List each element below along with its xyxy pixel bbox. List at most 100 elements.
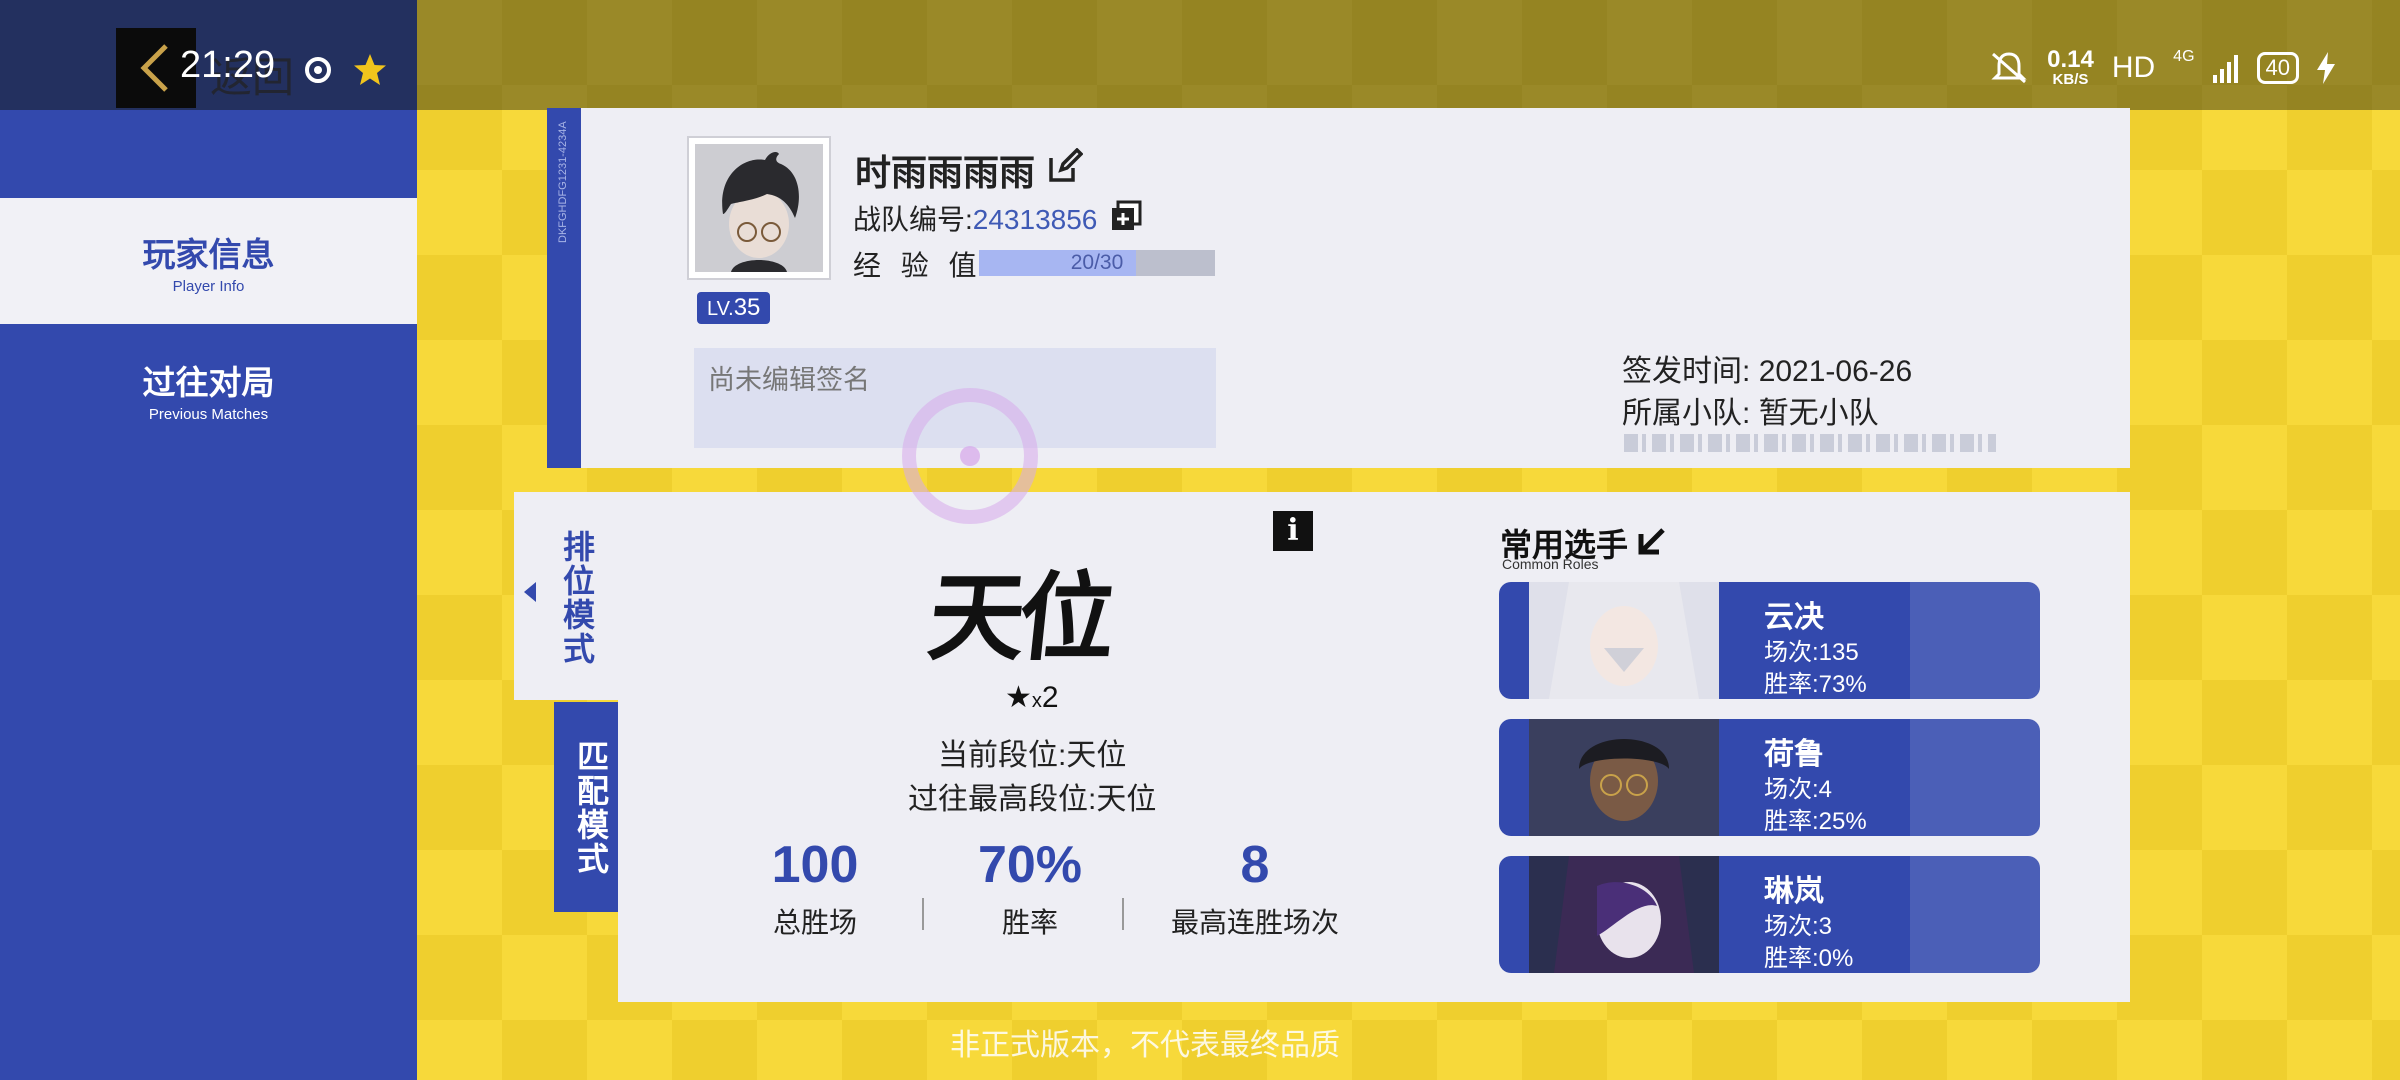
star-badge-icon: [354, 54, 386, 85]
sidebar-item-label: 过往对局: [142, 364, 275, 401]
squad-label: 所属小队:: [1622, 397, 1751, 430]
player-name: 时雨雨雨雨: [855, 152, 1036, 193]
matches-label: 场次:: [1764, 913, 1819, 940]
winrate-label: 胜率:: [1764, 808, 1819, 835]
winrate-label: 胜率:: [1764, 671, 1819, 698]
mute-bell-icon: [1991, 51, 2027, 83]
barcode-decoration: [1624, 434, 1996, 452]
info-icon[interactable]: i: [1273, 511, 1313, 551]
stat-max-streak: 8 最高连胜场次: [1150, 835, 1360, 941]
role-winrate: 胜率:73%: [1764, 664, 1867, 699]
stat-value: 100: [771, 836, 859, 894]
matches-label: 场次:: [1764, 776, 1819, 803]
chevron-left-icon: [140, 44, 168, 92]
highest-rank-value: 天位: [1096, 783, 1157, 816]
squad-value: 暂无小队: [1758, 397, 1879, 430]
current-rank-value: 天位: [1066, 739, 1127, 772]
signal-type: 4G: [2173, 48, 2195, 65]
avatar-portrait: [722, 152, 799, 272]
matches-label: 场次:: [1764, 639, 1819, 666]
stat-value: 8: [1240, 836, 1270, 894]
stat-label: 胜率: [1001, 907, 1058, 938]
profile-card-strip: DKFGHDFG1231-4234A: [547, 108, 581, 468]
role-card[interactable]: 荷鲁 场次:4 胜率:25%: [1499, 719, 2040, 836]
issued-value: 2021-06-26: [1758, 355, 1913, 388]
sidebar-item-previous-matches[interactable]: 过往对局 Previous Matches: [0, 326, 417, 452]
tab-ranked-mode[interactable]: 排位模式: [514, 492, 618, 700]
winrate-value: 0%: [1818, 945, 1854, 972]
role-matches: 场次:3: [1764, 906, 1832, 941]
level-prefix: LV.: [707, 298, 734, 320]
sidebar-item-label: 玩家信息: [142, 236, 275, 273]
rank-logo: 天位: [923, 561, 1116, 674]
role-emblem: [1910, 719, 2040, 836]
team-id-value: 24313856: [972, 204, 1098, 235]
status-icons: 0.14 KB/S HD 4G 40: [1989, 48, 2335, 87]
role-portrait: [1529, 582, 1719, 699]
stat-win-rate: 70% 胜率: [955, 835, 1105, 941]
star-icon: ★: [1005, 681, 1032, 714]
stat-value: 70%: [977, 836, 1083, 894]
matches-value: 4: [1818, 776, 1833, 803]
matches-value: 135: [1818, 639, 1859, 666]
highest-rank-label: 过往最高段位:: [908, 783, 1097, 816]
sidebar-item-sublabel: Previous Matches: [148, 406, 269, 423]
squad-info: 所属小队: 暂无小队: [1622, 388, 1879, 432]
disclaimer: 非正式版本，不代表最终品质: [950, 1029, 1340, 1062]
role-card[interactable]: 琳岚 场次:3 胜率:0%: [1499, 856, 2040, 973]
stars-multiplier: x: [1031, 690, 1042, 712]
caret-left-icon: [524, 582, 536, 602]
copy-icon[interactable]: [1110, 200, 1142, 232]
winrate-label: 胜率:: [1764, 945, 1819, 972]
stat-divider: [922, 898, 924, 930]
signal-icon: [2212, 54, 2238, 83]
common-roles-subtitle: Common Roles: [1502, 556, 1599, 572]
exp-text: 20/30: [1070, 251, 1124, 274]
issued-label: 签发时间:: [1622, 355, 1751, 388]
net-unit: KB/S: [2052, 71, 2089, 88]
sidebar: 玩家信息 Player Info 过往对局 Previous Matches: [0, 0, 417, 1080]
role-winrate: 胜率:0%: [1764, 938, 1853, 973]
tab-match-mode[interactable]: 匹配模式: [554, 702, 618, 912]
sidebar-item-sublabel: Player Info: [172, 278, 245, 295]
stars-count: 2: [1041, 681, 1059, 714]
winrate-value: 25%: [1818, 808, 1867, 835]
stat-label: 总胜场: [772, 907, 857, 938]
stat-divider: [1122, 898, 1124, 930]
avatar[interactable]: [687, 136, 831, 280]
role-emblem: [1910, 856, 2040, 973]
sidebar-item-player-info[interactable]: 玩家信息 Player Info: [0, 198, 417, 324]
team-id: 战队编号:24313856: [853, 198, 1097, 238]
role-matches: 场次:135: [1764, 632, 1859, 667]
battery-level: 40: [2256, 51, 2299, 84]
current-rank-label: 当前段位:: [938, 739, 1067, 772]
role-name: 琳岚: [1764, 875, 1824, 908]
level-value: 35: [733, 294, 761, 321]
role-card[interactable]: 云决 场次:135 胜率:73%: [1499, 582, 2040, 699]
exp-bar: 20/30: [979, 250, 1215, 276]
charging-icon: [2317, 51, 2335, 84]
strip-code: DKFGHDFG1231-4234A: [557, 121, 569, 243]
matches-value: 3: [1818, 913, 1833, 940]
issued-date: 签发时间: 2021-06-26: [1622, 346, 1912, 390]
role-portrait: [1529, 719, 1719, 836]
role-name: 云决: [1764, 601, 1824, 634]
hd-indicator: HD: [2111, 50, 2156, 84]
stat-total-wins: 100 总胜场: [740, 835, 890, 941]
arrow-down-left-icon[interactable]: [1637, 526, 1667, 556]
highest-rank: 过往最高段位:天位: [908, 774, 1156, 818]
status-time: 21:29: [180, 44, 276, 86]
role-winrate: 胜率:25%: [1764, 801, 1867, 836]
edit-icon[interactable]: [1047, 148, 1083, 184]
tab-match-label: 匹配模式: [573, 740, 609, 876]
stat-label: 最高连胜场次: [1170, 907, 1339, 938]
level-badge: LV.35: [697, 292, 771, 324]
role-emblem: [1910, 582, 2040, 699]
touch-indicator: [902, 388, 1038, 524]
profile-card: DKFGHDFG1231-4234A LV.35 时雨雨雨雨 战队编号:2431…: [547, 108, 2130, 468]
role-matches: 场次:4: [1764, 769, 1832, 804]
current-rank: 当前段位:天位: [938, 730, 1126, 774]
role-name: 荷鲁: [1764, 738, 1824, 771]
winrate-value: 73%: [1818, 671, 1867, 698]
sync-icon: [305, 57, 331, 83]
